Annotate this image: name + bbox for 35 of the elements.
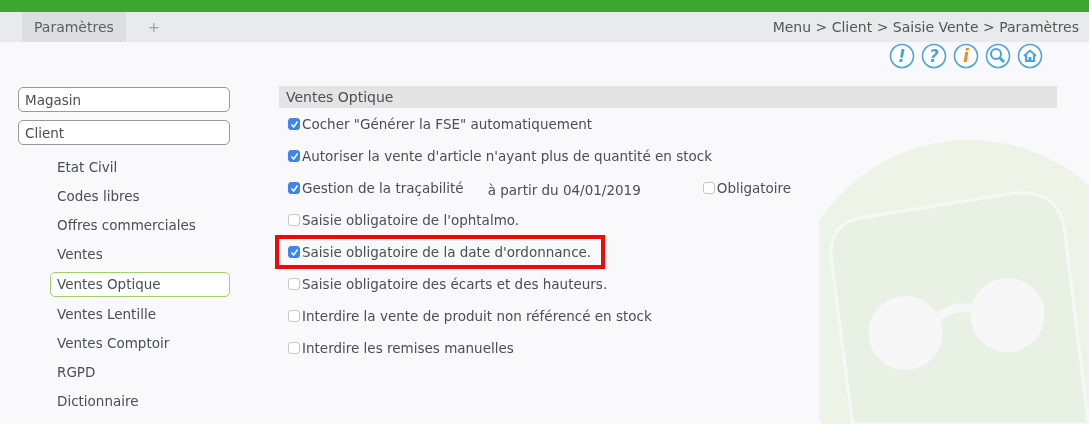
sidebar-group[interactable]: Magasin [18, 87, 230, 112]
checkbox[interactable] [288, 214, 300, 226]
checkbox[interactable] [702, 182, 715, 194]
checkbox[interactable] [288, 342, 300, 354]
breadcrumb: Menu > Client > Saisie Vente > Paramètres [772, 17, 1080, 37]
sidebar-group[interactable]: Client [18, 120, 230, 145]
sidebar-item[interactable]: RGPD [50, 358, 230, 387]
sidebar-item[interactable]: Ventes [50, 240, 230, 269]
checkbox[interactable] [288, 246, 300, 258]
option-label: Saisie obligatoire de l'ophtalmo. [302, 210, 520, 230]
checkbox[interactable] [288, 118, 300, 130]
checkbox[interactable] [288, 182, 300, 194]
tab[interactable]: Paramètres [22, 12, 126, 42]
sidebar-item[interactable]: Codes libres [50, 182, 230, 211]
option-label: Interdire la vente de produit non référencé en stock [302, 306, 652, 326]
checkbox[interactable] [288, 278, 300, 290]
sidebar-item[interactable]: Etat Civil [50, 153, 230, 182]
section-header: Ventes Optique [279, 86, 1057, 108]
checkbox[interactable] [288, 310, 300, 322]
sidebar-item[interactable]: Offres commerciales [50, 211, 230, 240]
sidebar-item[interactable]: Ventes Comptoir [50, 329, 230, 358]
sidebar-item[interactable]: Ventes Lentille [50, 300, 230, 329]
option-label: Cocher "Générer la FSE" automatiquement [302, 114, 593, 134]
option-label: Saisie obligatoire des écarts et des hauteurs. [302, 274, 608, 294]
option-label: Interdire les remises manuelles [302, 338, 514, 358]
checkbox[interactable] [288, 150, 300, 162]
sidebar-item[interactable]: Ventes Optique [50, 272, 230, 297]
option-label: Autoriser la vente d'article n'ayant plus de quantité en stock [302, 146, 712, 166]
option-label: Obligatoire [716, 178, 792, 198]
option-label: Gestion de la traçabilité [302, 178, 464, 198]
sidebar-item[interactable]: Dictionnaire [50, 387, 230, 416]
home-button[interactable] [1017, 43, 1043, 69]
tools-button[interactable] [985, 43, 1011, 69]
date-text: à partir du 04/01/2019 [487, 180, 641, 200]
option-label: Saisie obligatoire de la date d'ordonnance. [302, 242, 592, 262]
